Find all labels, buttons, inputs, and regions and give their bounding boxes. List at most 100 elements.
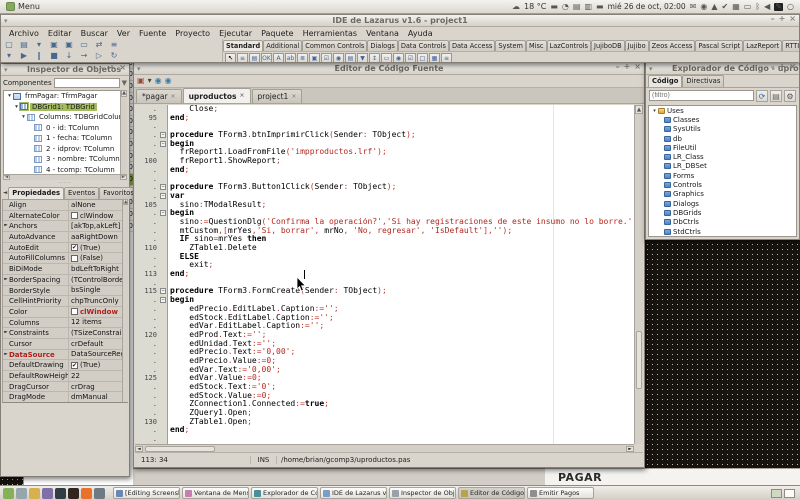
menu-editar[interactable]: Editar	[44, 28, 76, 39]
label-icon[interactable]: A	[273, 52, 284, 62]
code-area[interactable]: . Close; 95 end;.. − procedure TForm3.btnImp…	[135, 105, 643, 444]
taskbar-button[interactable]: Ventana de Mensajes	[182, 487, 249, 499]
property-value[interactable]: [akTop,akLeft]	[69, 221, 127, 231]
property-row[interactable]: CellHintPriority chpTruncOnly	[3, 296, 127, 307]
property-value[interactable]: ✔ (True)	[69, 360, 127, 370]
code-text[interactable]: edVar.EditLabel.Caption:='';	[168, 322, 643, 331]
palette-tab[interactable]: Pascal Script	[695, 40, 744, 51]
stop-icon[interactable]: ■	[48, 51, 60, 60]
code-text[interactable]: edPrecio.Value:=0;	[168, 357, 643, 366]
property-value[interactable]: chpTruncOnly	[69, 296, 127, 306]
editor-vscrollbar[interactable]: ▲	[634, 105, 643, 444]
palette-tab[interactable]: System	[495, 40, 526, 51]
object-tree-item[interactable]: 0 - id: TColumn	[4, 123, 126, 134]
code-text[interactable]: ZTable1.Open;	[168, 418, 643, 427]
code-text[interactable]	[168, 175, 643, 184]
code-text[interactable]	[168, 279, 643, 288]
workspace-2[interactable]	[784, 488, 795, 498]
system-menu-button[interactable]: Menu	[0, 0, 46, 13]
property-row[interactable]: DefaultRowHeight 22	[3, 371, 127, 382]
open-dropdown-icon[interactable]: ▾	[33, 40, 45, 49]
maximize-icon[interactable]: +	[624, 63, 631, 71]
explorer-tree-item[interactable]: Classes	[649, 115, 796, 124]
screenshot-tool-icon[interactable]: ✎	[774, 2, 784, 11]
object-tree-item[interactable]: ▾ DBGrid1: TDBGrid	[4, 102, 126, 113]
property-row[interactable]: ► DataSource DataSourceReg	[3, 349, 127, 361]
code-text[interactable]: edVar.Value:=0;	[168, 374, 643, 383]
menu-paquete[interactable]: Paquete	[257, 28, 298, 39]
code-text[interactable]: procedure TForm3.btnImprimirClick(Sender…	[168, 131, 643, 140]
checkbox-checked-icon[interactable]: ✔	[71, 361, 78, 369]
explorer-titlebar[interactable]: ▾ Explorador de Código - uproductos –+×	[646, 63, 799, 75]
minimize-icon[interactable]: –	[616, 63, 620, 71]
palette-tab[interactable]: Standard	[223, 40, 264, 51]
menu-ver[interactable]: Ver	[113, 28, 134, 39]
volume-icon[interactable]: ◀	[764, 2, 770, 11]
popup-menu-icon[interactable]: ▤	[249, 52, 260, 62]
terminal-window-icon[interactable]: ▬	[596, 2, 604, 11]
code-text[interactable]: end;	[168, 426, 643, 435]
property-value[interactable]: clWindow	[69, 211, 127, 221]
telegram-icon[interactable]: ◉	[700, 2, 707, 11]
combobox-icon[interactable]: ▼	[357, 52, 368, 62]
explorer-tree-item[interactable]: LR_Class	[649, 152, 796, 161]
memo-icon[interactable]: ≣	[297, 52, 308, 62]
explorer-tree-item[interactable]: FileUtil	[649, 143, 796, 152]
inspector-titlebar[interactable]: ▾ Inspector de Objetos – + ×	[1, 64, 129, 76]
minimize-icon[interactable]: –	[771, 15, 775, 23]
restart-icon[interactable]: ↻	[108, 51, 120, 60]
property-value[interactable]: ✔ (True)	[69, 243, 127, 253]
code-text[interactable]: ZConnection1.Connected:=true;	[168, 400, 643, 409]
workspace-1[interactable]	[771, 488, 782, 498]
code-text[interactable]: var	[168, 192, 643, 201]
palette-tab[interactable]: Common Controls	[302, 40, 368, 51]
explorer-tree-item[interactable]: Forms	[649, 171, 796, 180]
folder-icon[interactable]	[29, 487, 40, 499]
explorer-tree-item[interactable]: ▾ Uses	[649, 106, 796, 115]
property-row[interactable]: Color clWindow	[3, 306, 127, 318]
palette-tab[interactable]: Zeos Access	[648, 40, 696, 51]
fold-collapse-icon[interactable]: −	[160, 132, 166, 139]
code-text[interactable]: edVar.Text:='0,00';	[168, 366, 643, 375]
palette-tab[interactable]: LazControls	[546, 40, 591, 51]
code-text[interactable]: edStock.Text:='0';	[168, 383, 643, 392]
property-value[interactable]: crDrag	[69, 382, 127, 392]
taskbar-button[interactable]: Editor de Código Fuente	[458, 487, 525, 499]
property-row[interactable]: AutoEdit ✔ (True)	[3, 242, 127, 254]
explorer-tree-item[interactable]: db	[649, 134, 796, 143]
updates-ok-icon[interactable]: ✔	[722, 2, 729, 11]
code-text[interactable]: mtCustom,[mrYes,'Sí, borrar', mrNo, 'No,…	[168, 227, 643, 236]
radiogroup-icon[interactable]: ◉	[393, 52, 404, 62]
property-row[interactable]: Cursor crDefault	[3, 338, 127, 350]
keyboard-indicator-icon[interactable]: ▬	[550, 2, 558, 11]
edit-icon[interactable]: ab	[285, 52, 296, 62]
menu-archivo[interactable]: Archivo	[5, 28, 43, 39]
property-row[interactable]: DefaultDrawing ✔ (True)	[3, 360, 127, 371]
object-tree-item[interactable]: 2 - idprov: TColumn	[4, 144, 126, 155]
code-text[interactable]: sino:TModalResult;	[168, 201, 643, 210]
palette-tab[interactable]: Misc	[525, 40, 547, 51]
code-text[interactable]: begin	[168, 296, 643, 305]
jump-back-icon[interactable]: ◉	[155, 77, 162, 85]
minimize-icon[interactable]: –	[771, 63, 775, 71]
explorer-tree-item[interactable]: DbCtrls	[649, 218, 796, 227]
code-text[interactable]: ELSE	[168, 253, 643, 262]
expand-node-icon[interactable]: ▾	[20, 114, 27, 120]
components-filter-input[interactable]	[53, 78, 120, 88]
property-row[interactable]: BorderStyle bsSingle	[3, 285, 127, 297]
object-tree-item[interactable]: 3 - nombre: TColumn	[4, 154, 126, 165]
fold-collapse-icon[interactable]: −	[160, 184, 166, 191]
property-value[interactable]: 22	[69, 371, 127, 381]
file-manager-icon[interactable]	[16, 487, 27, 499]
property-value[interactable]: aaRightDown	[69, 232, 127, 242]
color-profile-icon[interactable]: ◔	[562, 2, 569, 11]
code-text[interactable]: procedure TForm3.FormCreate(Sender: TObj…	[168, 287, 643, 296]
taskbar-button[interactable]: [Editing Screenshots - ...	[113, 487, 180, 499]
code-text[interactable]: edProd.Text:='';	[168, 331, 643, 340]
property-value[interactable]: alNone	[69, 200, 127, 210]
palette-tab[interactable]: Jujibo	[624, 40, 649, 51]
fold-collapse-icon[interactable]: −	[160, 192, 166, 199]
run-icon[interactable]: ▶	[18, 51, 30, 60]
terminal-icon[interactable]	[55, 487, 66, 499]
object-tree-vscrollbar[interactable]: ▲	[120, 90, 127, 174]
